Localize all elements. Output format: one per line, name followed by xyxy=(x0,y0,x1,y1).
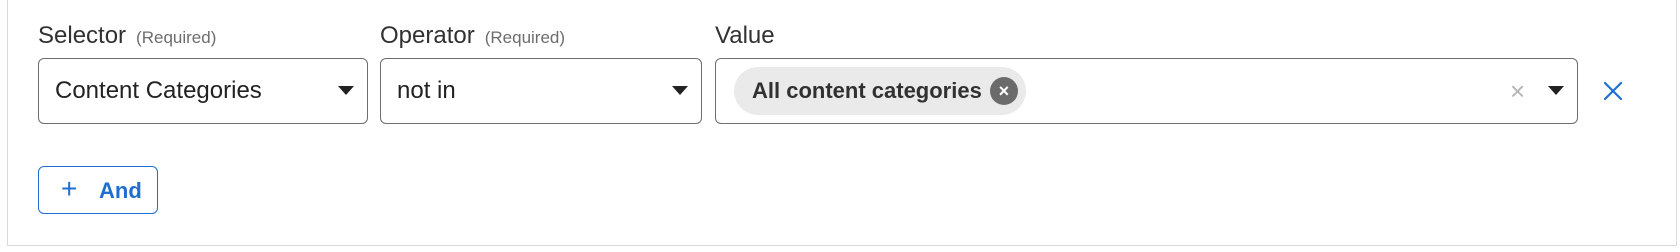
value-multiselect[interactable]: All content categories × × xyxy=(715,58,1578,124)
operator-label-text: Operator xyxy=(380,22,475,49)
selector-value: Content Categories xyxy=(55,77,262,104)
chip-remove-icon[interactable]: × xyxy=(989,77,1018,105)
and-button-label: And xyxy=(99,178,142,203)
close-icon xyxy=(1603,81,1623,101)
operator-value: not in xyxy=(397,77,456,104)
add-and-condition-button[interactable]: + And xyxy=(38,166,158,214)
remove-condition-button[interactable] xyxy=(1600,78,1626,104)
selector-label: Selector (Required) xyxy=(38,22,216,50)
value-chip-label: All content categories xyxy=(752,78,982,103)
operator-dropdown[interactable]: not in xyxy=(380,58,702,124)
clear-icon[interactable]: × xyxy=(1510,75,1525,107)
selector-label-text: Selector xyxy=(38,22,127,49)
plus-icon: + xyxy=(61,173,78,204)
operator-label: Operator (Required) xyxy=(380,22,565,50)
value-label-text: Value xyxy=(715,22,775,49)
value-label: Value xyxy=(715,22,775,50)
value-chip: All content categories × xyxy=(734,67,1026,115)
chevron-down-icon[interactable] xyxy=(672,86,688,95)
chevron-down-icon[interactable] xyxy=(1548,86,1564,95)
chevron-down-icon[interactable] xyxy=(338,86,354,95)
selector-required-note: (Required) xyxy=(136,28,217,47)
selector-dropdown[interactable]: Content Categories xyxy=(38,58,368,124)
operator-required-note: (Required) xyxy=(484,28,566,47)
